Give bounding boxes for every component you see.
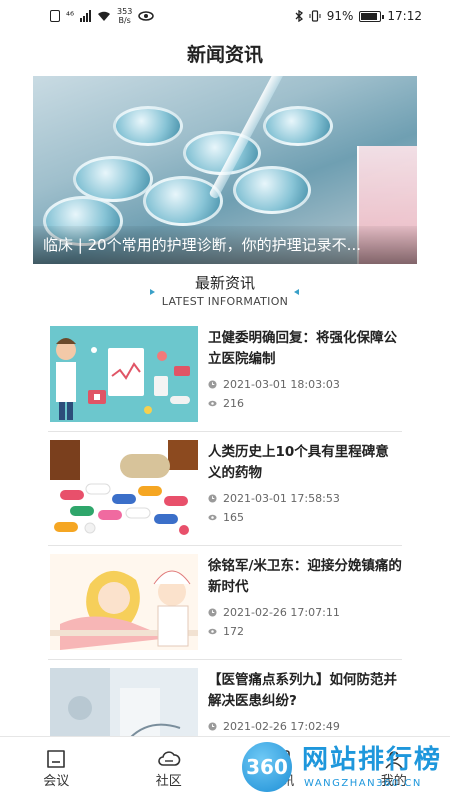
- battery-icon: [359, 10, 385, 22]
- eye-icon: [208, 400, 217, 407]
- tab-community[interactable]: 社区: [113, 737, 226, 800]
- news-title[interactable]: 人类历史上10个具有里程碑意义的药物: [208, 442, 402, 484]
- status-left: ⁴⁶ 353 B/s: [50, 7, 155, 25]
- news-date-text: 2021-02-26 17:02:49: [223, 720, 340, 733]
- speed-unit: B/s: [118, 16, 131, 25]
- speed-value: 353: [117, 7, 133, 16]
- news-thumbnail: [50, 326, 198, 422]
- clock: 17:12: [387, 9, 422, 23]
- news-item[interactable]: 人类历史上10个具有里程碑意义的药物 2021-03-01 17:58:53 1…: [48, 432, 402, 546]
- news-item[interactable]: 卫健委明确回复：将强化保障公立医院编制 2021-03-01 18:03:03 …: [48, 318, 402, 432]
- news-title[interactable]: 【医管痛点系列九】如何防范并解决医患纠纷?: [208, 670, 402, 712]
- eye-icon: [208, 628, 217, 635]
- news-date: 2021-02-26 17:07:11: [208, 606, 402, 619]
- news-views: 216: [208, 397, 402, 410]
- cloud-icon: [157, 750, 181, 766]
- news-title[interactable]: 卫健委明确回复：将强化保障公立医院编制: [208, 328, 402, 370]
- meeting-icon: [47, 749, 66, 768]
- battery-percent: 91%: [326, 9, 354, 23]
- clock-icon: [208, 380, 217, 389]
- news-title[interactable]: 徐铭军/米卫东：迎接分娩镇痛的新时代: [208, 556, 402, 598]
- bluetooth-icon: [295, 10, 303, 22]
- section-marker-left-icon: [150, 289, 155, 295]
- clock-icon: [208, 494, 217, 503]
- status-right: 91% 17:12: [295, 9, 422, 23]
- news-date: 2021-03-01 18:03:03: [208, 378, 402, 391]
- news-body: 徐铭军/米卫东：迎接分娩镇痛的新时代 2021-02-26 17:07:11 1…: [208, 556, 402, 638]
- news-body: 【医管痛点系列九】如何防范并解决医患纠纷? 2021-02-26 17:02:4…: [208, 670, 402, 733]
- news-views: 165: [208, 511, 402, 524]
- page-title: 新闻资讯: [186, 44, 263, 66]
- news-thumbnail: [50, 668, 198, 738]
- news-views-count: 165: [223, 511, 244, 524]
- clock-icon: [208, 608, 217, 617]
- section-subtitle: LATEST INFORMATION: [161, 295, 289, 308]
- tab-meeting[interactable]: 会议: [0, 737, 113, 800]
- clock-icon: [208, 722, 217, 731]
- tab-label: 社区: [155, 773, 182, 789]
- eye-icon: [208, 514, 217, 521]
- news-thumbnail: [50, 440, 198, 536]
- watermark-logo: 360: [242, 742, 292, 792]
- news-date: 2021-02-26 17:02:49: [208, 720, 402, 733]
- sim-icon: [50, 10, 60, 22]
- news-body: 卫健委明确回复：将强化保障公立医院编制 2021-03-01 18:03:03 …: [208, 328, 402, 410]
- banner-image-well: [263, 106, 333, 146]
- news-date-text: 2021-03-01 18:03:03: [223, 378, 340, 391]
- news-views-count: 216: [223, 397, 244, 410]
- eye-icon: [138, 11, 155, 21]
- wifi-icon: [98, 11, 111, 21]
- news-date-text: 2021-02-26 17:07:11: [223, 606, 340, 619]
- banner-image-well: [233, 166, 311, 214]
- news-views: 172: [208, 625, 402, 638]
- banner-image-well: [73, 156, 153, 202]
- tab-label: 会议: [43, 773, 70, 789]
- news-date: 2021-03-01 17:58:53: [208, 492, 402, 505]
- network-speed: 353 B/s: [117, 7, 132, 25]
- watermark-url: WANGZHAN360.CN: [304, 778, 422, 789]
- banner-carousel[interactable]: 临床 | 20个常用的护理诊断，你的护理记录不...: [33, 76, 417, 264]
- status-bar: ⁴⁶ 353 B/s 91% 17:12: [0, 0, 450, 32]
- signal-icon: [80, 10, 92, 22]
- vibrate-icon: [309, 10, 321, 22]
- section-marker-right-icon: [294, 289, 299, 295]
- banner-image-well: [143, 176, 223, 226]
- news-body: 人类历史上10个具有里程碑意义的药物 2021-03-01 17:58:53 1…: [208, 442, 402, 524]
- news-item[interactable]: 徐铭军/米卫东：迎接分娩镇痛的新时代 2021-02-26 17:07:11 1…: [48, 546, 402, 660]
- news-item[interactable]: 【医管痛点系列九】如何防范并解决医患纠纷? 2021-02-26 17:02:4…: [48, 660, 402, 738]
- watermark-name: 网站排行榜: [302, 745, 443, 775]
- watermark: 360 网站排行榜 WANGZHAN360.CN: [242, 742, 447, 798]
- section-header: 最新资讯 LATEST INFORMATION: [0, 272, 450, 310]
- news-views-count: 172: [223, 625, 244, 638]
- section-title: 最新资讯: [194, 274, 255, 292]
- news-list[interactable]: 卫健委明确回复：将强化保障公立医院编制 2021-03-01 18:03:03 …: [0, 318, 450, 738]
- banner-caption: 临床 | 20个常用的护理诊断，你的护理记录不...: [33, 226, 417, 264]
- news-thumbnail: [50, 554, 198, 650]
- network-type: ⁴⁶: [66, 10, 75, 22]
- banner-image-well: [113, 106, 183, 146]
- news-date-text: 2021-03-01 17:58:53: [223, 492, 340, 505]
